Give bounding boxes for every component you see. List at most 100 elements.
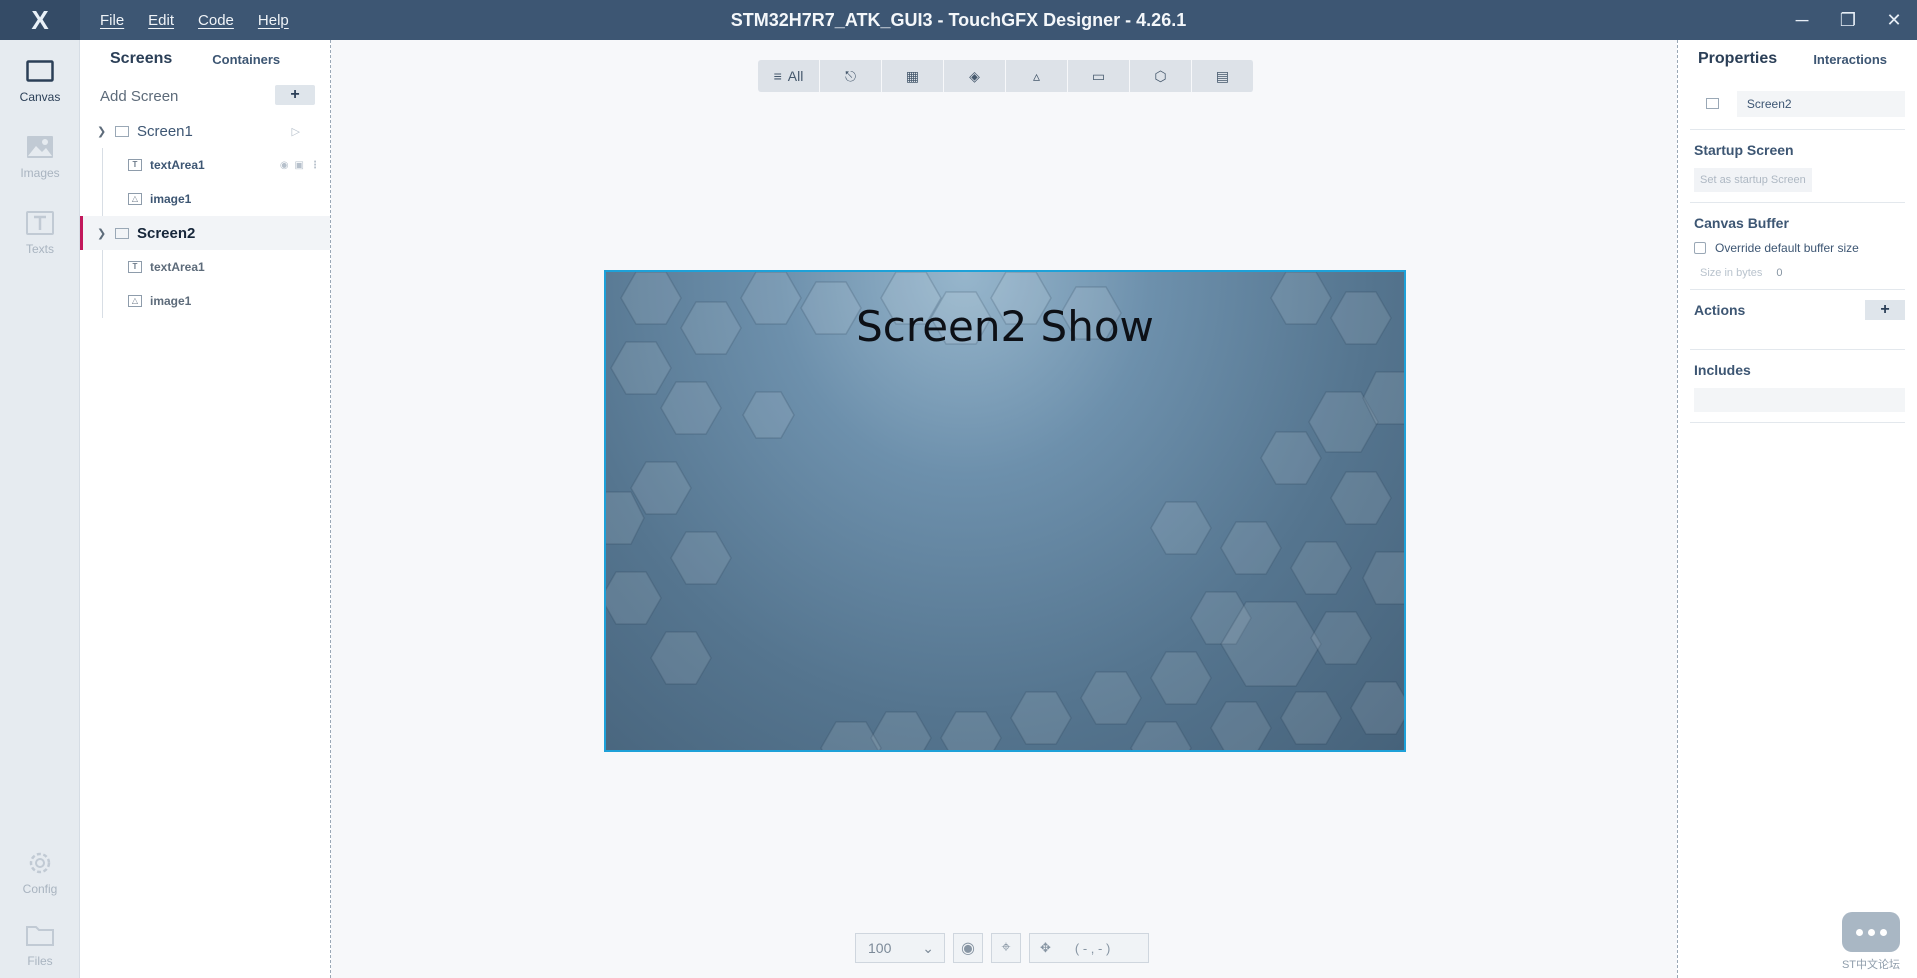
more-icon[interactable]: ⋮ — [310, 160, 320, 171]
move-icon: ✥ — [1040, 940, 1051, 955]
touchgfx-logo[interactable]: X — [0, 0, 80, 40]
image-widget-icon: △ — [128, 295, 142, 307]
nav-images-label: Images — [20, 166, 60, 180]
tab-interactions[interactable]: Interactions — [1813, 52, 1887, 67]
tree-item-textarea[interactable]: T textArea1 ◉ ▣ ⋮ — [80, 148, 330, 182]
filter-all-button[interactable]: ≡ All — [758, 60, 820, 92]
tab-screens[interactable]: Screens — [110, 50, 172, 68]
coordinates-value: ( - , - ) — [1074, 940, 1111, 956]
canvas-buffer-title: Canvas Buffer — [1694, 215, 1789, 231]
screens-panel-tabs: Screens Containers — [80, 40, 330, 78]
play-icon[interactable]: ▷ — [292, 125, 300, 138]
row-tools: ◉ ▣ ⋮ — [280, 160, 320, 171]
widget-name: textArea1 — [150, 260, 205, 274]
forum-badge[interactable]: ST中文论坛 — [1831, 902, 1911, 972]
chat-bubble-icon — [1842, 912, 1900, 952]
crop-button[interactable]: ⌖ — [991, 933, 1021, 963]
filter-stack-button[interactable]: ▤ — [1192, 60, 1254, 92]
startup-screen-section: Startup Screen Set as startup Screen — [1690, 130, 1905, 203]
tree-connector — [102, 284, 103, 318]
widget-name: image1 — [150, 294, 192, 308]
set-startup-button[interactable]: Set as startup Screen — [1694, 168, 1812, 192]
left-nav: Canvas Images Texts Config Files — [0, 40, 80, 978]
crop-icon: ⌖ — [1001, 939, 1011, 956]
includes-title: Includes — [1694, 362, 1751, 378]
filter-3d-button[interactable]: ⬡ — [1130, 60, 1192, 92]
window-controls: ─ ❐ ✕ — [1779, 0, 1917, 40]
coordinates-readout: ✥ ( - , - ) — [1029, 933, 1149, 963]
menu-help[interactable]: Help — [246, 12, 301, 29]
buffer-size-row: Size in bytes 0 — [1694, 267, 1905, 279]
tree-item-image[interactable]: △ image1 — [80, 182, 330, 216]
nav-texts[interactable]: Texts — [0, 200, 80, 266]
screen-name: Screen2 — [137, 224, 196, 242]
progress-icon: ▭ — [1091, 67, 1106, 84]
screen-name-field[interactable]: Screen2 — [1736, 90, 1905, 117]
filter-image-button[interactable]: ▦ — [882, 60, 944, 92]
override-buffer-checkbox[interactable] — [1694, 242, 1706, 254]
chevron-down-icon[interactable]: ❯ — [97, 125, 109, 138]
override-buffer-checkbox-row[interactable]: Override default buffer size — [1694, 241, 1905, 255]
nav-images[interactable]: Images — [0, 124, 80, 190]
override-buffer-label: Override default buffer size — [1715, 241, 1859, 255]
layers-icon: ◈ — [969, 67, 980, 84]
screens-panel: Screens Containers Add Screen + ❯ Screen… — [80, 40, 331, 978]
chevron-down-icon[interactable]: ❯ — [97, 227, 109, 240]
widget-name: textArea1 — [150, 158, 205, 172]
tree-screen1[interactable]: ❯ Screen1 ▷ — [80, 114, 330, 148]
includes-field[interactable] — [1694, 388, 1905, 412]
fit-screen-button[interactable]: ◉ — [953, 933, 983, 963]
filter-progress-button[interactable]: ▭ — [1068, 60, 1130, 92]
tab-containers[interactable]: Containers — [212, 52, 280, 67]
tree-connector — [102, 182, 103, 216]
screen-preview[interactable]: Screen2 Show — [604, 270, 1406, 752]
close-button[interactable]: ✕ — [1871, 0, 1917, 40]
filter-shapes-button[interactable]: ▵ — [1006, 60, 1068, 92]
nav-canvas[interactable]: Canvas — [0, 48, 80, 114]
canvas-area[interactable]: ≡ All ⎋ ▦ ◈ ▵ ▭ ⬡ ▤ Screen2 Show 100 ⌄ ◉… — [332, 40, 1677, 978]
menu-bar: File Edit Code Help — [88, 12, 301, 29]
texts-icon — [25, 210, 55, 236]
focus-icon: ◉ — [961, 940, 975, 957]
text-widget-icon: T — [128, 261, 142, 273]
shapes-icon: ▵ — [1032, 67, 1041, 84]
properties-panel: Properties Interactions Screen2 Startup … — [1677, 40, 1917, 978]
filter-layers-button[interactable]: ◈ — [944, 60, 1006, 92]
menu-edit[interactable]: Edit — [136, 12, 186, 29]
actions-section: Actions + — [1690, 290, 1905, 350]
restore-button[interactable]: ❐ — [1825, 0, 1871, 40]
startup-screen-title: Startup Screen — [1694, 142, 1794, 158]
zoom-select[interactable]: 100 ⌄ — [855, 933, 945, 963]
image-widget-icon: △ — [128, 193, 142, 205]
tree-item-image[interactable]: △ image1 — [80, 284, 330, 318]
lock-icon[interactable]: ▣ — [295, 160, 304, 171]
nav-config-label: Config — [22, 882, 58, 896]
title-bar: X File Edit Code Help STM32H7R7_ATK_GUI3… — [0, 0, 1917, 40]
canvas-icon — [25, 58, 55, 84]
widget-filter-toolbar: ≡ All ⎋ ▦ ◈ ▵ ▭ ⬡ ▤ — [758, 60, 1254, 92]
minimize-button[interactable]: ─ — [1779, 0, 1825, 40]
images-icon — [25, 134, 55, 160]
screen-icon — [1706, 98, 1719, 109]
menu-file[interactable]: File — [88, 12, 136, 29]
screen-text-area[interactable]: Screen2 Show — [606, 302, 1404, 351]
tree-item-textarea[interactable]: T textArea1 — [80, 250, 330, 284]
canvas-bottom-bar: 100 ⌄ ◉ ⌖ ✥ ( - , - ) — [855, 933, 1149, 963]
nav-files[interactable]: Files — [0, 912, 80, 978]
text-widget-icon: T — [128, 159, 142, 171]
tree-screen2[interactable]: ❯ Screen2 — [80, 216, 330, 250]
tab-properties[interactable]: Properties — [1698, 50, 1777, 68]
forum-badge-label: ST中文论坛 — [1841, 959, 1901, 971]
add-action-button[interactable]: + — [1865, 300, 1905, 320]
menu-code[interactable]: Code — [186, 12, 246, 29]
filter-interaction-button[interactable]: ⎋ — [820, 60, 882, 92]
folder-icon — [25, 922, 55, 948]
add-screen-button[interactable]: + — [275, 85, 315, 105]
chevron-down-icon: ⌄ — [922, 939, 934, 956]
widget-name: image1 — [150, 192, 192, 206]
nav-config[interactable]: Config — [0, 840, 80, 906]
cube-icon: ⬡ — [1154, 67, 1167, 84]
nav-files-label: Files — [27, 954, 53, 968]
eye-icon[interactable]: ◉ — [280, 160, 289, 171]
nav-canvas-label: Canvas — [19, 90, 61, 104]
